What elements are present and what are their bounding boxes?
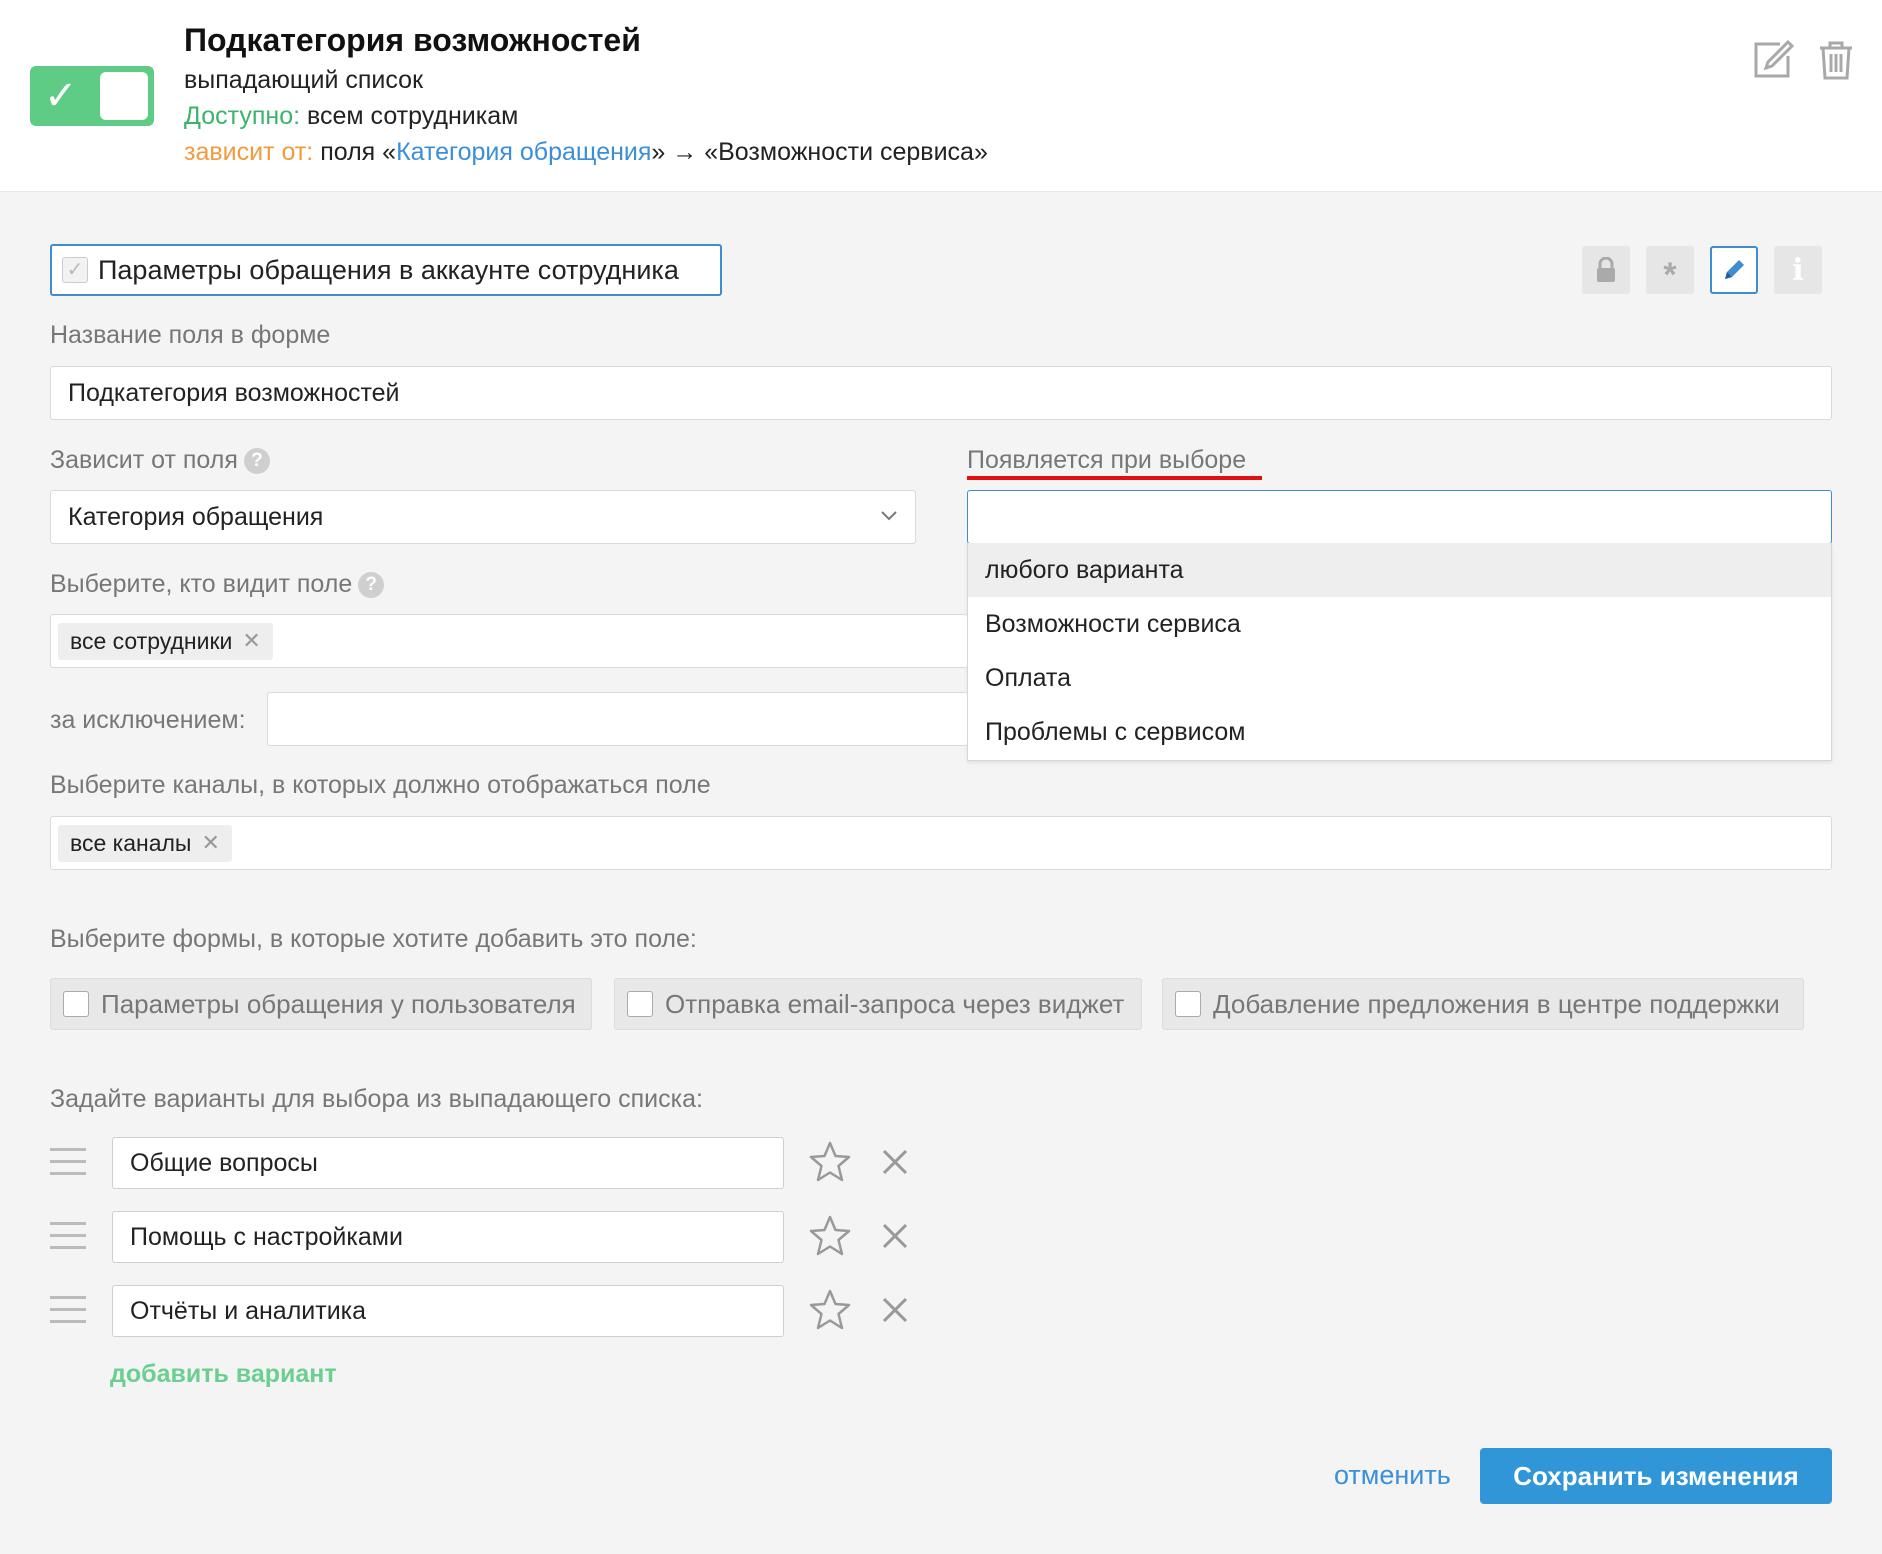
chevron-down-icon xyxy=(881,511,897,521)
field-name-input[interactable]: Подкатегория возможностей xyxy=(50,366,1832,420)
required-button[interactable]: * xyxy=(1646,246,1694,294)
star-icon[interactable] xyxy=(808,1214,852,1258)
lock-icon xyxy=(1597,257,1615,282)
lock-button[interactable] xyxy=(1582,246,1630,294)
visibility-label-text: Выберите, кто видит поле xyxy=(50,570,353,598)
form-checkbox[interactable]: Отправка email-запроса через виджет xyxy=(614,978,1142,1030)
checkbox-icon xyxy=(627,991,653,1017)
drag-handle-icon[interactable] xyxy=(50,1148,86,1184)
dropdown-option[interactable]: Оплата xyxy=(968,651,1831,705)
tag-label: все каналы xyxy=(70,829,192,856)
channels-label: Выберите каналы, в которых должно отобра… xyxy=(50,771,711,799)
depends-on-value: Категория обращения xyxy=(68,502,324,531)
context-checkbox[interactable]: ✓ Параметры обращения в аккаунте сотрудн… xyxy=(50,244,722,296)
availability-line: Доступно: всем сотрудникам xyxy=(184,102,518,131)
dependency-field-link[interactable]: Категория обращения xyxy=(396,138,651,166)
depends-on-label-text: Зависит от поля xyxy=(50,446,238,474)
variant-input[interactable]: Отчёты и аналитика xyxy=(112,1285,784,1337)
cancel-link[interactable]: отменить xyxy=(1334,1460,1451,1491)
form-checkbox-label: Отправка email-запроса через виджет xyxy=(665,988,1125,1019)
tag-label: все сотрудники xyxy=(70,627,233,654)
dropdown-option[interactable]: любого варианта xyxy=(968,543,1831,597)
availability-value: всем сотрудникам xyxy=(307,102,519,130)
field-enabled-toggle[interactable]: ✓ xyxy=(30,66,154,126)
visibility-tag-input[interactable]: все сотрудники ✕ xyxy=(50,614,967,668)
appears-on-label: Появляется при выборе xyxy=(967,446,1247,474)
asterisk-icon: * xyxy=(1663,256,1677,294)
check-icon: ✓ xyxy=(44,74,78,118)
except-input[interactable] xyxy=(267,692,967,746)
remove-variant-icon[interactable] xyxy=(880,1221,910,1251)
variant-input[interactable]: Помощь с настройками xyxy=(112,1211,784,1263)
dependency-label: зависит от: xyxy=(184,138,314,166)
dropdown-option[interactable]: Возможности сервиса xyxy=(968,597,1831,651)
dropdown-option[interactable]: Проблемы с сервисом xyxy=(968,705,1831,759)
channels-tag-input[interactable]: все каналы ✕ xyxy=(50,816,1832,870)
form-checkbox[interactable]: Добавление предложения в центре поддержк… xyxy=(1162,978,1804,1030)
context-checkbox-label: Параметры обращения в аккаунте сотрудник… xyxy=(98,254,679,285)
field-title: Подкатегория возможностей xyxy=(184,22,641,58)
check-icon: ✓ xyxy=(62,257,88,283)
editable-button[interactable] xyxy=(1710,246,1758,294)
depends-on-label: Зависит от поля? xyxy=(50,446,270,475)
form-checkbox-label: Добавление предложения в центре поддержк… xyxy=(1213,988,1780,1019)
info-button[interactable]: i xyxy=(1774,246,1822,294)
depends-on-select[interactable]: Категория обращения xyxy=(50,490,916,544)
star-icon[interactable] xyxy=(808,1140,852,1184)
except-label: за исключением: xyxy=(50,706,246,734)
field-name-label: Название поля в форме xyxy=(50,321,331,349)
add-variant-link[interactable]: добавить вариант xyxy=(110,1360,337,1389)
remove-variant-icon[interactable] xyxy=(880,1295,910,1325)
remove-tag-icon[interactable]: ✕ xyxy=(242,628,260,654)
tag-chip: все сотрудники ✕ xyxy=(58,622,273,660)
remove-tag-icon[interactable]: ✕ xyxy=(201,830,219,856)
appears-on-input[interactable] xyxy=(967,490,1832,544)
dependency-prefix: поля « xyxy=(320,138,397,166)
appears-on-dropdown: любого варианта Возможности сервиса Опла… xyxy=(967,543,1832,761)
info-icon: i xyxy=(1792,252,1804,288)
drag-handle-icon[interactable] xyxy=(50,1296,86,1332)
pencil-icon xyxy=(1725,260,1744,279)
drag-handle-icon[interactable] xyxy=(50,1222,86,1258)
field-type: выпадающий список xyxy=(184,66,424,94)
annotation-underline xyxy=(967,476,1262,480)
availability-label: Доступно: xyxy=(184,102,301,130)
help-icon[interactable]: ? xyxy=(358,572,385,599)
checkbox-icon xyxy=(1175,991,1201,1017)
form-checkbox-label: Параметры обращения у пользователя xyxy=(101,988,576,1019)
star-icon[interactable] xyxy=(808,1288,852,1332)
edit-icon[interactable] xyxy=(1750,38,1795,82)
toggle-knob xyxy=(100,72,148,120)
forms-label: Выберите формы, в которые хотите добавит… xyxy=(50,925,697,953)
form-checkbox[interactable]: Параметры обращения у пользователя xyxy=(50,978,592,1030)
save-button[interactable]: Сохранить изменения xyxy=(1480,1448,1832,1504)
checkbox-icon xyxy=(63,991,89,1017)
tag-chip: все каналы ✕ xyxy=(58,824,232,862)
dependency-suffix: » → «Возможности сервиса» xyxy=(651,138,988,166)
trash-icon[interactable] xyxy=(1814,38,1858,82)
help-icon[interactable]: ? xyxy=(243,448,270,475)
visibility-label: Выберите, кто видит поле? xyxy=(50,570,385,599)
dependency-line: зависит от: поля «Категория обращения» →… xyxy=(184,138,988,167)
variants-label: Задайте варианты для выбора из выпадающе… xyxy=(50,1085,703,1113)
remove-variant-icon[interactable] xyxy=(880,1147,910,1177)
variant-input[interactable]: Общие вопросы xyxy=(112,1137,784,1189)
